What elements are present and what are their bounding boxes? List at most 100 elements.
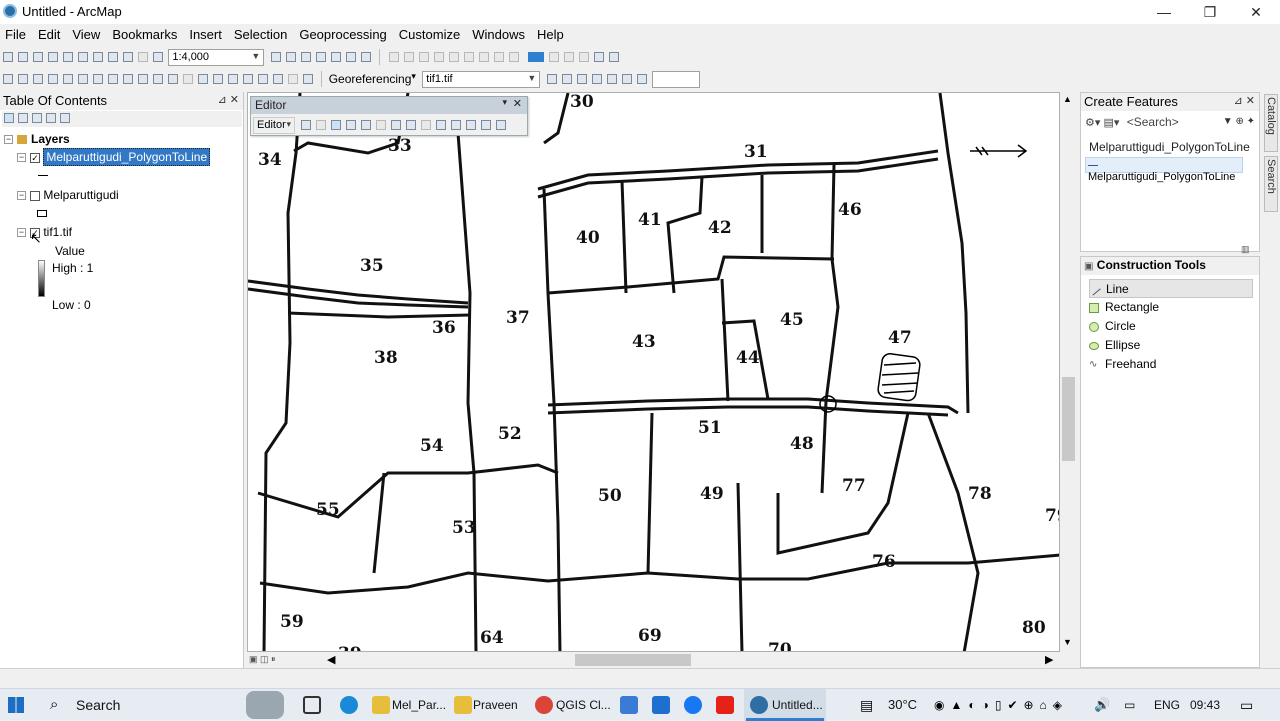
trace-icon[interactable] (346, 120, 357, 130)
close-icon[interactable]: ✕ (513, 97, 522, 110)
save-icon[interactable] (33, 52, 43, 62)
collapse-icon[interactable]: − (17, 228, 26, 238)
collapse-icon[interactable]: − (17, 153, 26, 163)
layer-name[interactable]: Melparuttigudi_PolygonToLine (43, 148, 211, 166)
windows-start-icon[interactable] (8, 697, 24, 713)
list-by-visibility-icon[interactable] (32, 113, 42, 123)
menu-customize[interactable]: Customize (393, 24, 466, 42)
scanned-map-image[interactable]: 30 31 33 34 35 36 37 38 39 40 41 42 43 4… (248, 93, 1060, 652)
menu-help[interactable]: Help (531, 24, 570, 42)
menu-selection[interactable]: Selection (228, 24, 293, 42)
menu-windows[interactable]: Windows (466, 24, 531, 42)
keyboard-icon[interactable]: ▤ (860, 689, 873, 721)
split-icon[interactable] (436, 120, 447, 130)
close-button[interactable]: ✕ (1233, 0, 1279, 24)
search-window-icon[interactable] (315, 52, 326, 62)
layout-icon[interactable] (608, 52, 619, 62)
pin-close-icon[interactable]: ⊿ ✕ (218, 93, 240, 106)
copy-icon[interactable] (78, 52, 88, 62)
tool-rectangle[interactable]: Rectangle (1089, 298, 1253, 317)
facebook-icon[interactable] (684, 696, 702, 714)
notification-icon[interactable]: ▭ (1240, 689, 1253, 721)
rotate-icon[interactable] (546, 74, 557, 84)
topology-icon[interactable] (464, 52, 475, 62)
snapping-icon[interactable] (389, 52, 400, 62)
back-icon[interactable] (93, 74, 103, 84)
time-slider-icon[interactable] (273, 74, 283, 84)
layer-name[interactable]: Melparuttigudi (43, 188, 118, 202)
options-icon[interactable] (60, 113, 70, 123)
clock[interactable]: 09:43 (1190, 689, 1220, 721)
fixed-zoom-in-icon[interactable] (63, 74, 73, 84)
catalog-tab[interactable]: Catalog (1264, 94, 1278, 152)
paste-icon[interactable] (93, 52, 103, 62)
reshape-icon[interactable] (406, 120, 417, 130)
create-viewer-icon[interactable] (303, 74, 313, 84)
measure-icon[interactable] (213, 74, 223, 84)
straight-segment-icon[interactable] (331, 120, 342, 130)
edit-tool-icon[interactable] (301, 120, 312, 130)
taskbar-app-praveen[interactable]: Praveen (473, 689, 518, 721)
pin-close-icon[interactable]: ⊿ ✕ (1234, 94, 1256, 107)
edge-icon[interactable] (340, 696, 358, 714)
polygon-symbol[interactable] (37, 210, 47, 217)
battery-icon[interactable]: ▭ (1124, 689, 1135, 721)
resize-handle-icon[interactable]: ▥ (1241, 244, 1250, 255)
snapping-icon[interactable] (419, 52, 430, 62)
youtube-icon[interactable] (716, 696, 734, 714)
folder-icon[interactable] (372, 696, 390, 714)
layout-icon[interactable] (593, 52, 604, 62)
taskbar-app-mel-par[interactable]: Mel_Par... (392, 689, 446, 721)
chevron-down-icon[interactable]: ▾ (502, 97, 507, 108)
tool-freehand[interactable]: ∿ Freehand (1089, 355, 1253, 374)
toc-window-icon[interactable] (285, 52, 296, 62)
snapping-icon[interactable] (404, 52, 415, 62)
taskbar-search[interactable]: Search (76, 689, 120, 721)
georeferencing-menu[interactable]: Georeferencing (329, 72, 412, 86)
map-display[interactable]: 30 31 33 34 35 36 37 38 39 40 41 42 43 4… (247, 92, 1060, 652)
auto-adjust-icon[interactable] (636, 74, 647, 84)
html-popup-icon[interactable] (198, 74, 208, 84)
link-table-icon[interactable] (606, 74, 617, 84)
attributes-icon[interactable] (466, 120, 477, 130)
topology-icon[interactable] (494, 52, 505, 62)
menu-edit[interactable]: Edit (32, 24, 66, 42)
cut-polygons-icon[interactable] (421, 120, 432, 130)
toc-layer-tif1[interactable]: − ✓ tif1.tif (17, 225, 72, 239)
horizontal-scroll-thumb[interactable] (575, 654, 691, 666)
collapse-icon[interactable]: − (17, 191, 26, 201)
shift-icon[interactable] (561, 74, 572, 84)
topology-icon[interactable] (509, 52, 520, 62)
viewer-icon[interactable] (288, 74, 298, 84)
clear-selection-icon[interactable] (138, 74, 148, 84)
search-icon[interactable]: ⌕ (50, 689, 58, 721)
find-icon[interactable] (228, 74, 238, 84)
menu-view[interactable]: View (66, 24, 106, 42)
layout-icon[interactable] (578, 52, 589, 62)
language-indicator[interactable]: ENG (1154, 689, 1180, 721)
mail-icon[interactable] (652, 696, 670, 714)
rotate-icon[interactable] (451, 120, 462, 130)
print-icon[interactable] (48, 52, 58, 62)
annotation-tool-icon[interactable] (316, 120, 327, 130)
scroll-up-icon[interactable]: ▲ (1063, 94, 1072, 104)
temperature[interactable]: 30°C (888, 689, 917, 721)
georef-layer-combo[interactable]: tif1.tif ▼ (422, 71, 541, 88)
catalog-window-icon[interactable] (300, 52, 311, 62)
list-by-drawing-order-icon[interactable] (4, 113, 14, 123)
edit-vertices-icon[interactable] (391, 120, 402, 130)
volume-icon[interactable]: 🔊 (1094, 689, 1110, 721)
viewer-icon[interactable] (621, 74, 632, 84)
collapse-icon[interactable]: − (4, 135, 13, 145)
list-by-selection-icon[interactable] (46, 113, 56, 123)
point-icon[interactable] (361, 120, 372, 130)
zoom-out-icon[interactable] (18, 74, 28, 84)
map-horizontal-scrollbar[interactable]: ▣ ◫ ⏸ ◀ ▶ (247, 652, 1077, 668)
modelbuilder-icon[interactable] (360, 52, 371, 62)
midpoint-icon[interactable] (376, 120, 387, 130)
chrome-icon[interactable] (535, 696, 553, 714)
arctoolbox-icon[interactable] (330, 52, 341, 62)
new-icon[interactable] (3, 52, 13, 62)
redo-icon[interactable] (138, 52, 148, 62)
select-features-icon[interactable] (123, 74, 133, 84)
